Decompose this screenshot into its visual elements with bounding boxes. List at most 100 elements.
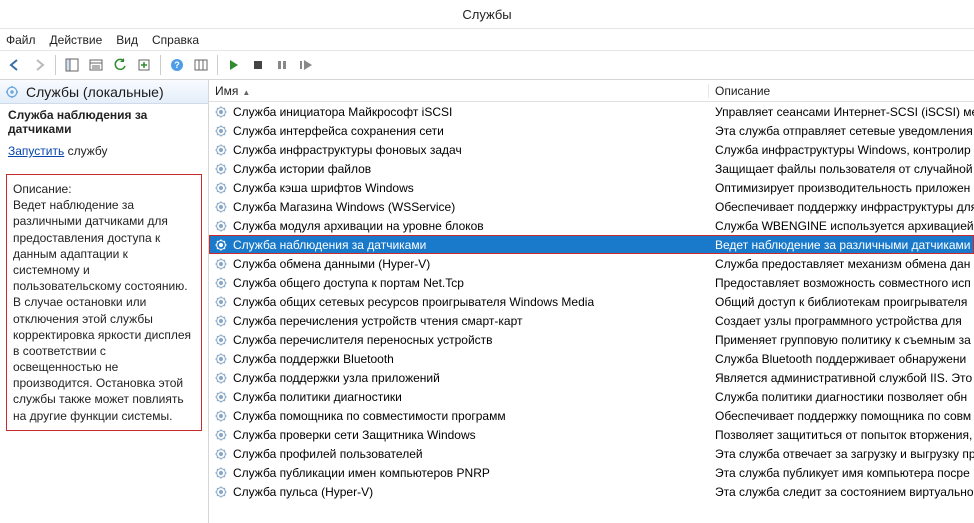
service-row[interactable]: Служба инициатора Майкрософт iSCSIУправл…: [209, 102, 974, 121]
service-name: Служба общего доступа к портам Net.Tcp: [233, 276, 464, 290]
start-service-button[interactable]: [223, 54, 245, 76]
service-icon: [213, 256, 229, 272]
service-row[interactable]: Служба публикации имен компьютеров PNRP Э…: [209, 463, 974, 482]
services-icon: [4, 84, 20, 100]
service-row[interactable]: Служба общих сетевых ресурсов проигрыват…: [209, 292, 974, 311]
service-description: Применяет групповую политику к съемным з…: [709, 333, 974, 347]
service-row[interactable]: Служба перечисления устройств чтения сма…: [209, 311, 974, 330]
service-icon: [213, 275, 229, 291]
service-description: Создает узлы программного устройства для: [709, 314, 974, 328]
services-list[interactable]: Служба инициатора Майкрософт iSCSIУправл…: [209, 102, 974, 523]
start-service-link[interactable]: Запустить: [8, 144, 64, 158]
service-description: Служба политики диагностики позволяет об…: [709, 390, 974, 404]
sort-asc-icon: ▲: [242, 88, 250, 97]
service-row[interactable]: Служба истории файловЗащищает файлы поль…: [209, 159, 974, 178]
column-headers: Имя▲ Описание: [209, 80, 974, 102]
service-row[interactable]: Служба общего доступа к портам Net.Tcp Пр…: [209, 273, 974, 292]
refresh-button[interactable]: [109, 54, 131, 76]
service-icon: [213, 199, 229, 215]
service-name: Служба политики диагностики: [233, 390, 402, 404]
service-icon: [213, 484, 229, 500]
service-description: Позволяет защититься от попыток вторжени…: [709, 428, 974, 442]
service-description: Общий доступ к библиотекам проигрывателя: [709, 295, 974, 309]
service-name: Служба поддержки узла приложений: [233, 371, 440, 385]
service-row[interactable]: Служба политики диагностики Служба полити…: [209, 387, 974, 406]
menu-action[interactable]: Действие: [50, 33, 103, 47]
service-description: Эта служба отправляет сетевые уведомлени…: [709, 124, 974, 138]
service-description: Обеспечивает поддержку помощника по совм: [709, 409, 974, 423]
service-name: Служба перечисления устройств чтения сма…: [233, 314, 522, 328]
service-description: Служба WBENGINE используется архивацией …: [709, 219, 974, 233]
service-row[interactable]: Служба профилей пользователейЭта служба …: [209, 444, 974, 463]
service-row[interactable]: Служба помощника по совместимости програ…: [209, 406, 974, 425]
service-name: Служба поддержки Bluetooth: [233, 352, 394, 366]
service-name: Служба наблюдения за датчиками: [233, 238, 426, 252]
service-icon: [213, 370, 229, 386]
service-row[interactable]: Служба инфраструктуры фоновых задач Служб…: [209, 140, 974, 159]
menu-view[interactable]: Вид: [116, 33, 138, 47]
column-description[interactable]: Описание: [709, 84, 974, 98]
service-row[interactable]: Служба обмена данными (Hyper-V)Служба пр…: [209, 254, 974, 273]
service-icon: [213, 446, 229, 462]
service-icon: [213, 313, 229, 329]
service-name: Служба инфраструктуры фоновых задач: [233, 143, 462, 157]
service-row[interactable]: Служба перечислителя переносных устройст…: [209, 330, 974, 349]
properties-button[interactable]: [85, 54, 107, 76]
service-name: Служба профилей пользователей: [233, 447, 423, 461]
show-hide-tree-button[interactable]: [61, 54, 83, 76]
service-name: Служба общих сетевых ресурсов проигрыват…: [233, 295, 594, 309]
service-action: Запустить службу: [0, 142, 208, 168]
service-name: Служба проверки сети Защитника Windows: [233, 428, 476, 442]
menu-file[interactable]: Файл: [6, 33, 36, 47]
service-icon: [213, 142, 229, 158]
service-name: Служба интерфейса сохранения сети: [233, 124, 444, 138]
service-icon: [213, 332, 229, 348]
service-icon: [213, 237, 229, 253]
service-row[interactable]: Служба поддержки BluetoothСлужба Bluetoo…: [209, 349, 974, 368]
service-name: Служба кэша шрифтов Windows: [233, 181, 414, 195]
service-description: Ведет наблюдение за различными датчиками: [709, 238, 974, 252]
service-row[interactable]: Служба поддержки узла приложенийЯвляется…: [209, 368, 974, 387]
selected-service-name: Служба наблюдения за датчиками: [0, 104, 208, 142]
menu-help[interactable]: Справка: [152, 33, 199, 47]
service-row[interactable]: Служба пульса (Hyper-V)Эта служба следит…: [209, 482, 974, 501]
forward-button[interactable]: [28, 54, 50, 76]
service-description: Оптимизирует производительность приложен: [709, 181, 974, 195]
service-icon: [213, 294, 229, 310]
service-name: Служба публикации имен компьютеров PNRP: [233, 466, 490, 480]
service-description: Обеспечивает поддержку инфраструктуры дл…: [709, 200, 974, 214]
service-icon: [213, 180, 229, 196]
help-button[interactable]: ?: [166, 54, 188, 76]
toolbar: ?: [0, 50, 974, 80]
service-icon: [213, 389, 229, 405]
service-row[interactable]: Служба модуля архивации на уровне блоков…: [209, 216, 974, 235]
export-button[interactable]: [133, 54, 155, 76]
service-row[interactable]: Служба Магазина Windows (WSService)Обесп…: [209, 197, 974, 216]
service-row[interactable]: Служба наблюдения за датчиками Ведет набл…: [209, 235, 974, 254]
stop-service-button[interactable]: [247, 54, 269, 76]
restart-service-button[interactable]: [295, 54, 317, 76]
description-text: Ведет наблюдение за различными датчиками…: [13, 197, 195, 424]
right-pane: Имя▲ Описание Служба инициатора Майкросо…: [209, 80, 974, 523]
service-row[interactable]: Служба кэша шрифтов Windows Оптимизирует …: [209, 178, 974, 197]
back-button[interactable]: [4, 54, 26, 76]
service-description: Управляет сеансами Интернет-SCSI (iSCSI)…: [709, 105, 974, 119]
menubar: Файл Действие Вид Справка: [0, 28, 974, 50]
service-icon: [213, 104, 229, 120]
service-icon: [213, 161, 229, 177]
column-name[interactable]: Имя▲: [209, 84, 709, 98]
pause-service-button[interactable]: [271, 54, 293, 76]
service-description: Служба инфраструктуры Windows, контролир: [709, 143, 974, 157]
svg-text:?: ?: [174, 60, 180, 70]
description-label: Описание:: [13, 181, 195, 197]
service-icon: [213, 218, 229, 234]
service-name: Служба перечислителя переносных устройст…: [233, 333, 493, 347]
service-description: Эта служба публикует имя компьютера поср…: [709, 466, 974, 480]
service-row[interactable]: Служба проверки сети Защитника Windows По…: [209, 425, 974, 444]
service-icon: [213, 408, 229, 424]
service-description: Предоставляет возможность совместного ис…: [709, 276, 974, 290]
columns-button[interactable]: [190, 54, 212, 76]
service-row[interactable]: Служба интерфейса сохранения сети Эта слу…: [209, 121, 974, 140]
service-icon: [213, 465, 229, 481]
service-icon: [213, 427, 229, 443]
